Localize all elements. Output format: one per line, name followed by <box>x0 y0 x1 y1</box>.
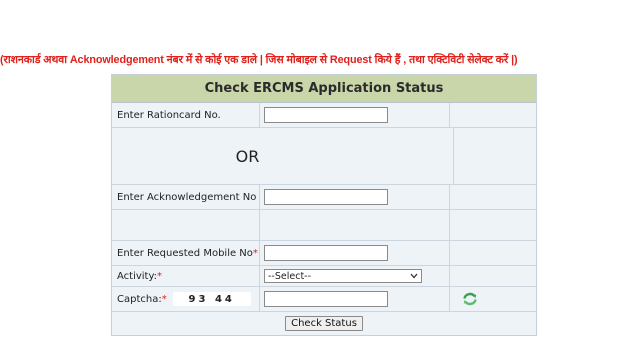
or-separator: OR <box>112 128 454 184</box>
spacer-row <box>112 210 536 241</box>
mobile-row: Enter Requested Mobile No * <box>112 241 536 266</box>
captcha-row: Captcha: * 93 44 <box>112 287 536 312</box>
status-check-form: Check ERCMS Application Status Enter Rat… <box>111 74 537 336</box>
required-mark: * <box>161 293 167 305</box>
refresh-icon[interactable] <box>462 292 478 306</box>
acknowledgement-row: Enter Acknowledgement No <box>112 185 536 210</box>
captcha-input[interactable] <box>264 291 388 307</box>
required-mark: * <box>252 247 258 259</box>
chevron-down-icon <box>410 273 418 279</box>
or-row: OR <box>112 128 536 185</box>
acknowledgement-label: Enter Acknowledgement No <box>112 185 260 209</box>
instruction-notice: (राशनकार्ड अथवा Acknowledgement नंबर में… <box>0 54 518 66</box>
rationcard-input[interactable] <box>264 107 388 123</box>
activity-selected-value: --Select-- <box>268 270 312 282</box>
check-status-button[interactable]: Check Status <box>285 316 363 331</box>
rationcard-row: Enter Rationcard No. <box>112 103 536 128</box>
mobile-label: Enter Requested Mobile No <box>117 247 253 259</box>
rationcard-label: Enter Rationcard No. <box>112 103 260 127</box>
required-mark: * <box>157 270 163 282</box>
activity-select[interactable]: --Select-- <box>264 269 422 283</box>
captcha-label: Captcha: <box>117 293 162 305</box>
mobile-input[interactable] <box>264 245 388 261</box>
captcha-image: 93 44 <box>172 292 251 306</box>
activity-label: Activity: <box>117 270 158 282</box>
submit-row: Check Status <box>112 312 536 335</box>
acknowledgement-input[interactable] <box>264 189 388 205</box>
activity-row: Activity: * --Select-- <box>112 266 536 287</box>
form-title: Check ERCMS Application Status <box>112 75 536 103</box>
